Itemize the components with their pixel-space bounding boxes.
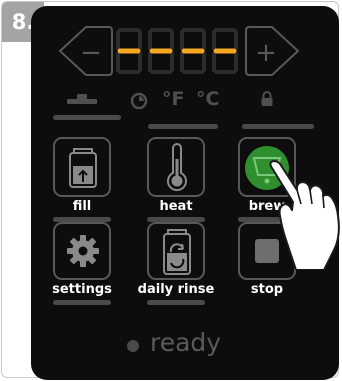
indicator-bar-center bbox=[148, 124, 218, 129]
stop-label: stop bbox=[250, 282, 284, 297]
settings-label: settings bbox=[52, 282, 112, 297]
pointing-hand-icon bbox=[269, 160, 340, 270]
minus-icon: − bbox=[80, 38, 102, 68]
heat-label: heat bbox=[159, 199, 193, 214]
settings-button[interactable] bbox=[53, 222, 111, 280]
settings-bar bbox=[53, 300, 111, 305]
plus-icon: + bbox=[255, 38, 277, 68]
fahrenheit-indicator: °F bbox=[162, 88, 185, 110]
kettle-indicator-icon bbox=[67, 94, 97, 104]
lock-icon bbox=[261, 91, 273, 106]
indicator-bar-right bbox=[242, 124, 314, 129]
digit-display bbox=[116, 28, 238, 74]
increase-button[interactable]: + bbox=[244, 23, 302, 79]
indicator-bar-left bbox=[53, 115, 121, 120]
fill-label: fill bbox=[72, 199, 92, 214]
heat-button[interactable] bbox=[147, 137, 205, 197]
decrease-button[interactable]: − bbox=[56, 23, 114, 79]
daily-rinse-label: daily rinse bbox=[137, 282, 215, 297]
timer-indicator-icon bbox=[130, 92, 148, 110]
fill-button[interactable] bbox=[53, 137, 111, 197]
water-tank-icon bbox=[69, 148, 97, 188]
gear-icon bbox=[67, 235, 99, 267]
rinse-icon bbox=[163, 229, 191, 275]
celsius-indicator: °C bbox=[196, 88, 220, 110]
ready-status: ready bbox=[150, 328, 222, 357]
daily-rinse-bar bbox=[147, 300, 205, 305]
ready-dot-icon bbox=[127, 340, 139, 352]
thermometer-icon bbox=[167, 143, 187, 192]
daily-rinse-button[interactable] bbox=[147, 222, 205, 280]
